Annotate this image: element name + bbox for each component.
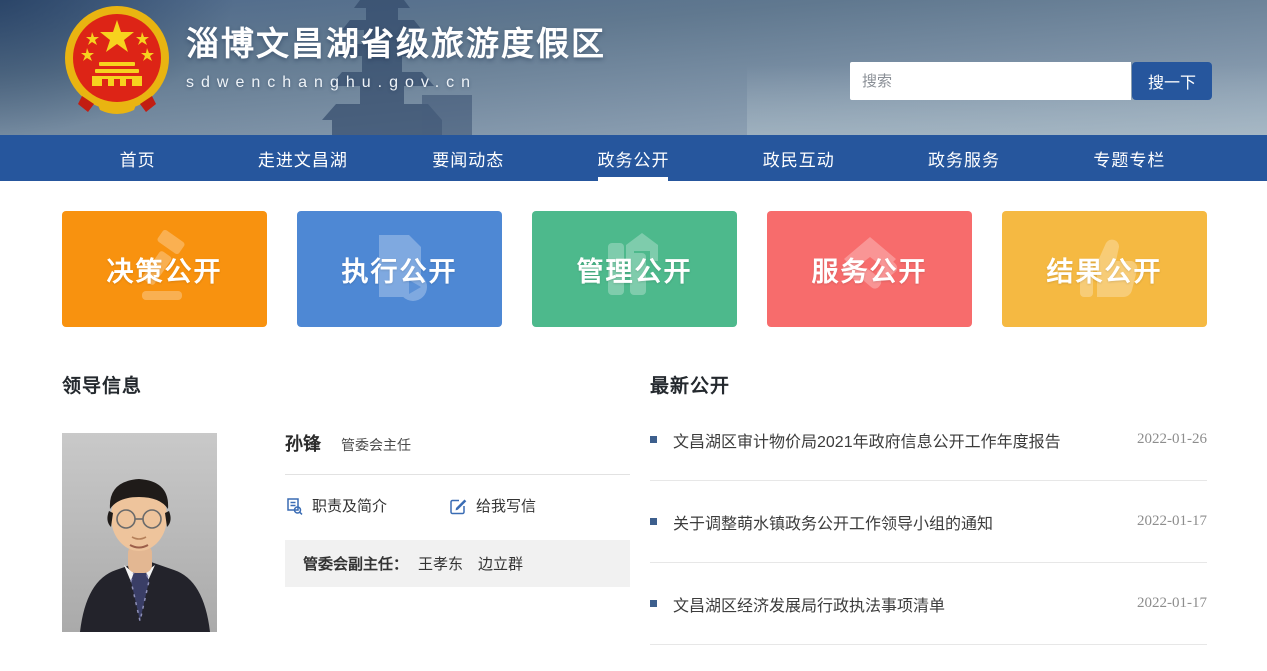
square-bullet-icon bbox=[650, 518, 657, 525]
main-nav: 首页 走进文昌湖 要闻动态 政务公开 政民互动 政务服务 专题专栏 bbox=[0, 135, 1267, 181]
document-search-icon bbox=[285, 497, 303, 515]
item-title: 文昌湖区经济发展局行政执法事项清单 bbox=[673, 592, 1119, 616]
nav-item-interaction[interactable]: 政民互动 bbox=[716, 135, 881, 181]
main-nav-inner: 首页 走进文昌湖 要闻动态 政务公开 政民互动 政务服务 专题专栏 bbox=[55, 135, 1212, 181]
card-label: 结果公开 bbox=[1047, 250, 1163, 289]
list-item[interactable]: 文昌湖区经济发展局行政执法事项清单 2022-01-17 bbox=[650, 563, 1207, 645]
write-to-me-label: 给我写信 bbox=[476, 495, 536, 516]
card-decision-disclosure[interactable]: 决策公开 bbox=[62, 211, 267, 327]
nav-item-about[interactable]: 走进文昌湖 bbox=[220, 135, 385, 181]
card-label: 决策公开 bbox=[107, 250, 223, 289]
search-input[interactable] bbox=[850, 62, 1131, 100]
leader-links: 职责及简介 给我写信 bbox=[285, 495, 630, 516]
item-title: 关于调整萌水镇政务公开工作领导小组的通知 bbox=[673, 510, 1119, 534]
leader-duties-label: 职责及简介 bbox=[312, 495, 387, 516]
leader-portrait-image bbox=[62, 433, 217, 632]
item-date: 2022-01-26 bbox=[1137, 431, 1207, 448]
leadership-section-title: 领导信息 bbox=[62, 371, 142, 398]
card-service-disclosure[interactable]: 服务公开 bbox=[767, 211, 972, 327]
site-header: 淄博文昌湖省级旅游度假区 sdwenchanghu.gov.cn 搜一下 bbox=[0, 0, 1267, 135]
item-date: 2022-01-17 bbox=[1137, 595, 1207, 612]
leader-divider bbox=[285, 474, 630, 475]
latest-section-title: 最新公开 bbox=[650, 371, 730, 398]
leader-duties-link[interactable]: 职责及简介 bbox=[285, 495, 387, 516]
item-title: 文昌湖区审计物价局2021年政府信息公开工作年度报告 bbox=[673, 428, 1119, 452]
deputy-names: 王孝东 边立群 bbox=[418, 553, 523, 574]
deputy-directors-box: 管委会副主任： 王孝东 边立群 bbox=[285, 540, 630, 587]
national-emblem-logo bbox=[58, 4, 176, 116]
card-label: 服务公开 bbox=[812, 250, 928, 289]
card-management-disclosure[interactable]: 管理公开 bbox=[532, 211, 737, 327]
leader-portrait-photo bbox=[62, 433, 217, 632]
nav-item-home[interactable]: 首页 bbox=[55, 135, 220, 181]
nav-item-topics[interactable]: 专题专栏 bbox=[1047, 135, 1212, 181]
card-label: 执行公开 bbox=[342, 250, 458, 289]
write-to-me-link[interactable]: 给我写信 bbox=[449, 495, 536, 516]
square-bullet-icon bbox=[650, 600, 657, 607]
search-button[interactable]: 搜一下 bbox=[1132, 62, 1212, 100]
site-identity: 淄博文昌湖省级旅游度假区 sdwenchanghu.gov.cn bbox=[186, 17, 606, 92]
item-date: 2022-01-17 bbox=[1137, 513, 1207, 530]
card-label: 管理公开 bbox=[577, 250, 693, 289]
card-result-disclosure[interactable]: 结果公开 bbox=[1002, 211, 1207, 327]
leader-name: 孙锋 bbox=[285, 430, 321, 456]
site-title: 淄博文昌湖省级旅游度假区 bbox=[186, 17, 606, 65]
leader-post: 管委会主任 bbox=[341, 435, 411, 455]
list-item[interactable]: 关于调整萌水镇政务公开工作领导小组的通知 2022-01-17 bbox=[650, 481, 1207, 563]
nav-item-gov-disclosure[interactable]: 政务公开 bbox=[551, 135, 716, 181]
leader-info-panel: 孙锋 管委会主任 职责及简介 给我写 bbox=[285, 430, 630, 587]
latest-disclosure-list: 文昌湖区审计物价局2021年政府信息公开工作年度报告 2022-01-26 关于… bbox=[650, 399, 1207, 645]
compose-icon bbox=[449, 497, 467, 515]
leader-name-row: 孙锋 管委会主任 bbox=[285, 430, 630, 456]
nav-item-news[interactable]: 要闻动态 bbox=[386, 135, 551, 181]
list-item[interactable]: 文昌湖区审计物价局2021年政府信息公开工作年度报告 2022-01-26 bbox=[650, 399, 1207, 481]
card-execution-disclosure[interactable]: 执行公开 bbox=[297, 211, 502, 327]
deputy-label: 管委会副主任： bbox=[303, 553, 408, 574]
square-bullet-icon bbox=[650, 436, 657, 443]
site-url: sdwenchanghu.gov.cn bbox=[186, 74, 606, 92]
search-bar: 搜一下 bbox=[850, 62, 1212, 100]
disclosure-quick-links: 决策公开 执行公开 管理公开 bbox=[62, 211, 1207, 327]
nav-item-services[interactable]: 政务服务 bbox=[881, 135, 1046, 181]
